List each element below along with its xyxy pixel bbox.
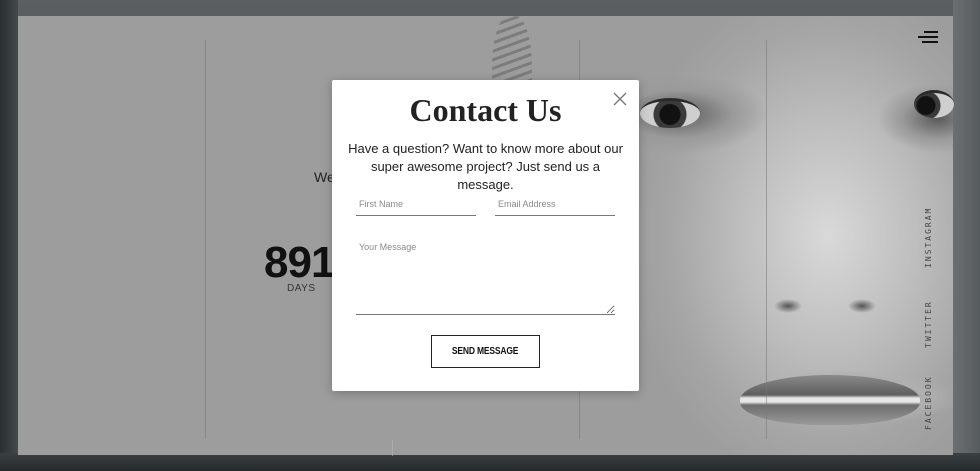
modal-description: Have a question? Want to know more about…	[348, 141, 623, 192]
grid-divider	[205, 40, 206, 439]
background-frame-bottom	[0, 453, 980, 471]
social-link-instagram[interactable]: INSTAGRAM	[924, 206, 936, 268]
send-message-label: SEND MESSAGE	[452, 346, 519, 357]
background-frame-left	[0, 0, 18, 471]
social-link-facebook[interactable]: FACEBOOK	[924, 374, 936, 430]
background-frame-right	[953, 0, 980, 471]
contact-modal: Contact Us Have a question? Want to know…	[332, 80, 639, 391]
hero-eye-left	[640, 98, 700, 128]
hamburger-icon[interactable]	[918, 31, 938, 45]
modal-title: Contact Us	[409, 92, 562, 128]
message-field[interactable]	[356, 238, 615, 315]
hero-lips	[740, 375, 920, 425]
send-message-button[interactable]: SEND MESSAGE	[431, 335, 540, 368]
grid-divider	[766, 40, 767, 439]
countdown-days-value: 891	[264, 238, 335, 287]
grid-divider	[392, 440, 393, 456]
hero-nose	[770, 296, 880, 316]
social-link-twitter[interactable]: TWITTER	[924, 298, 936, 348]
first-name-field[interactable]	[356, 193, 476, 216]
email-field[interactable]	[495, 193, 615, 216]
hero-eye-right	[914, 90, 954, 118]
countdown-days-label: DAYS	[287, 283, 316, 294]
